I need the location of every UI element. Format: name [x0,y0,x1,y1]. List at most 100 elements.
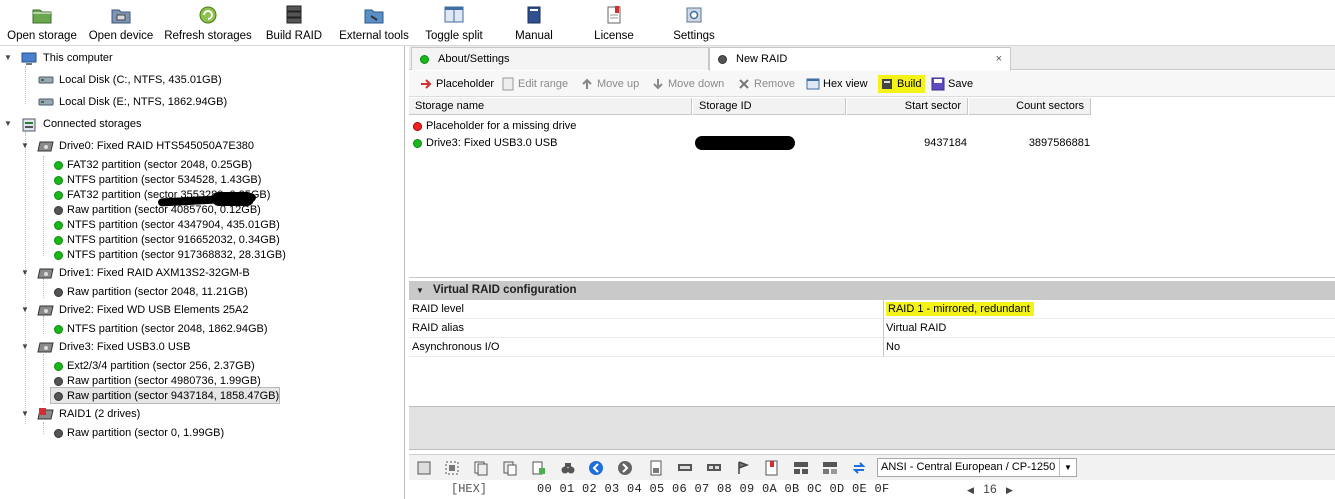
tree-node-this-computer[interactable]: ▼ This computer [0,50,400,66]
tree-node-partition[interactable]: NTFS partition (sector 916652032, 0.34GB… [0,232,400,248]
tree-node-local-e[interactable]: Local Disk (E:, NTFS, 1862.94GB) [0,94,400,110]
goto-sector-icon[interactable] [706,460,722,476]
hex-toolbar: ANSI - Central European / CP-1250 ▼ [409,454,1335,480]
sync-icon[interactable] [851,460,867,476]
tree-node-raid1[interactable]: ▼ RAID1 (2 drives) [0,406,400,422]
collapse-icon[interactable]: ▼ [3,116,13,132]
arrow-up-icon [582,78,592,89]
config-section-header[interactable]: ▼ Virtual RAID configuration [409,281,1335,300]
remove-button[interactable]: Remove [735,75,795,93]
tree-node-partition-selected[interactable]: Raw partition (sector 9437184, 1858.47GB… [50,387,280,404]
config-value[interactable]: Virtual RAID [883,319,946,338]
collapse-icon[interactable]: ▼ [20,339,30,355]
column-header-storage-name[interactable]: Storage name [409,98,692,115]
select-icon[interactable] [444,460,460,476]
paste-icon[interactable] [502,460,518,476]
tree-node-local-c[interactable]: Local Disk (C:, NTFS, 435.01GB) [0,72,400,88]
refresh-icon [199,6,217,24]
template-icon[interactable] [793,460,809,476]
bookmark-flag-icon[interactable] [735,460,751,476]
save-button[interactable]: Save [929,75,973,93]
chevron-down-icon[interactable]: ▼ [1059,459,1076,476]
document-icon[interactable] [648,460,664,476]
external-tools-label: External tools [339,30,409,42]
tab-about-settings[interactable]: About/Settings [411,47,709,70]
config-row-raid-alias[interactable]: RAID alias Virtual RAID [409,319,1335,338]
config-value[interactable]: No [883,338,900,357]
build-button[interactable]: Build [878,75,926,93]
config-row-raid-level[interactable]: RAID level RAID 1 - mirrored, redundant [409,300,1335,319]
status-green-icon [413,139,422,148]
tab-label: About/Settings [438,53,510,65]
hard-drive-icon [37,342,54,353]
storage-table: Storage name Storage ID Start sector Cou… [409,98,1335,278]
tree-node-partition[interactable]: Raw partition (sector 2048, 11.21GB) [0,284,400,300]
config-value[interactable]: RAID 1 - mirrored, redundant [883,300,1034,319]
tree-node-drive2[interactable]: ▼ Drive2: Fixed WD USB Elements 25A2 [0,302,400,318]
placeholder-button[interactable]: Placeholder [417,75,494,93]
status-green-icon [54,176,63,185]
compare-icon[interactable] [822,460,838,476]
hex-column-header: [HEX] 00 01 02 03 04 05 06 07 08 09 0A 0… [409,480,1335,499]
tree-node-drive1[interactable]: ▼ Drive1: Fixed RAID AXM13S2-32GM-B [0,265,400,281]
tree-node-partition[interactable]: NTFS partition (sector 4347904, 435.01GB… [0,217,400,233]
config-row-async-io[interactable]: Asynchronous I/O No [409,338,1335,357]
config-value-text: RAID 1 - mirrored, redundant [886,302,1034,316]
tree-node-partition[interactable]: FAT32 partition (sector 2048, 0.25GB) [0,157,400,173]
encoding-select[interactable]: ANSI - Central European / CP-1250 ▼ [877,458,1077,477]
tree-node-partition[interactable]: NTFS partition (sector 2048, 1862.94GB) [0,321,400,337]
settings-button[interactable]: Settings [666,0,722,46]
collapse-icon[interactable]: ▼ [416,281,424,300]
collapse-icon[interactable]: ▼ [20,138,30,154]
toggle-split-button[interactable]: Toggle split [422,0,486,46]
disk-icon [38,98,54,106]
description-area [409,406,1335,450]
back-icon[interactable] [588,460,604,476]
tree-node-partition[interactable]: NTFS partition (sector 917368832, 28.31G… [0,247,400,263]
goto-offset-icon[interactable] [677,460,693,476]
status-green-icon [54,325,63,334]
bookmarks-icon[interactable] [764,460,780,476]
export-icon[interactable] [531,460,547,476]
tree-node-drive0[interactable]: ▼ Drive0: Fixed RAID HTS545050A7E380 [0,138,400,154]
open-device-button[interactable]: Open device [84,0,158,46]
tree-node-partition[interactable]: NTFS partition (sector 534528, 1.43GB) [0,172,400,188]
external-tools-button[interactable]: External tools [336,0,412,46]
settings-icon [686,7,702,23]
main-toolbar: Open storage Open device Refresh storage… [0,0,1335,46]
collapse-icon[interactable]: ▼ [20,265,30,281]
column-header-start-sector[interactable]: Start sector [847,98,968,115]
tree-label: NTFS partition (sector 534528, 1.43GB) [67,174,262,186]
tree-node-connected-storages[interactable]: ▼ Connected storages [0,116,400,132]
open-storage-button[interactable]: Open storage [0,0,84,46]
move-up-button[interactable]: Move up [578,75,639,93]
collapse-icon[interactable]: ▼ [20,406,30,422]
collapse-icon[interactable]: ▼ [20,302,30,318]
status-gray-icon [54,392,63,401]
license-label: License [594,30,634,42]
refresh-storages-button[interactable]: Refresh storages [160,0,256,46]
edit-range-button[interactable]: Edit range [499,75,568,93]
column-header-storage-id[interactable]: Storage ID [693,98,846,115]
hex-view-button[interactable]: Hex view [804,75,868,93]
manual-button[interactable]: Manual [506,0,562,46]
move-down-button[interactable]: Move down [649,75,724,93]
tree-node-partition[interactable]: Raw partition (sector 0, 1.99GB) [0,425,400,441]
column-header-count-sectors[interactable]: Count sectors [969,98,1091,115]
find-icon[interactable] [560,460,576,476]
table-row[interactable]: Placeholder for a missing drive [409,118,1089,134]
toggle-split-label: Toggle split [425,30,483,42]
chevron-left-icon[interactable]: ◀ [967,485,974,495]
license-button[interactable]: License [586,0,642,46]
chevron-right-icon[interactable]: ▶ [1006,485,1013,495]
forward-icon[interactable] [617,460,633,476]
tree-node-partition[interactable]: Raw partition (sector 4085760, 0.12GB) [0,202,400,218]
tree-node-partition[interactable]: Ext2/3/4 partition (sector 256, 2.37GB) [0,358,400,374]
hex-tool-icon[interactable] [416,460,432,476]
close-icon[interactable]: × [996,48,1002,70]
tree-node-drive3[interactable]: ▼ Drive3: Fixed USB3.0 USB [0,339,400,355]
copy-icon[interactable] [473,460,489,476]
collapse-icon[interactable]: ▼ [3,50,13,66]
tab-new-raid[interactable]: New RAID × [709,47,1011,71]
build-raid-button[interactable]: Build RAID [262,0,326,46]
